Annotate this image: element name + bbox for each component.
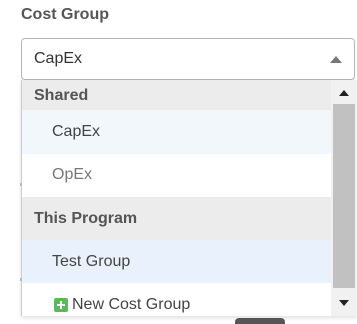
background-field-edge [20, 278, 22, 281]
cost-group-dropdown-list[interactable]: Shared CapEx OpEx This Program Test Grou… [21, 80, 357, 316]
group-header-this-program: This Program [22, 197, 331, 240]
plus-square-icon [54, 298, 68, 312]
cost-group-label: Cost Group [21, 6, 109, 23]
new-cost-group-button[interactable]: New Cost Group [22, 287, 331, 316]
group-header-shared: Shared [22, 80, 331, 110]
chevron-up-icon[interactable] [330, 56, 342, 63]
dropdown-scrollbar[interactable] [331, 80, 357, 316]
background-button-edge [235, 318, 285, 324]
scrollbar-thumb[interactable] [333, 104, 355, 288]
scroll-down-arrow-icon[interactable] [339, 300, 349, 306]
scroll-up-arrow-icon[interactable] [339, 90, 349, 96]
option-opex[interactable]: OpEx [22, 154, 331, 196]
select-value: CapEx [34, 50, 83, 67]
background-field-edge [20, 183, 22, 186]
option-test-group[interactable]: Test Group [22, 240, 331, 283]
option-capex[interactable]: CapEx [22, 110, 331, 154]
cost-group-select[interactable]: CapEx [21, 38, 355, 80]
new-cost-group-label: New Cost Group [72, 296, 191, 313]
